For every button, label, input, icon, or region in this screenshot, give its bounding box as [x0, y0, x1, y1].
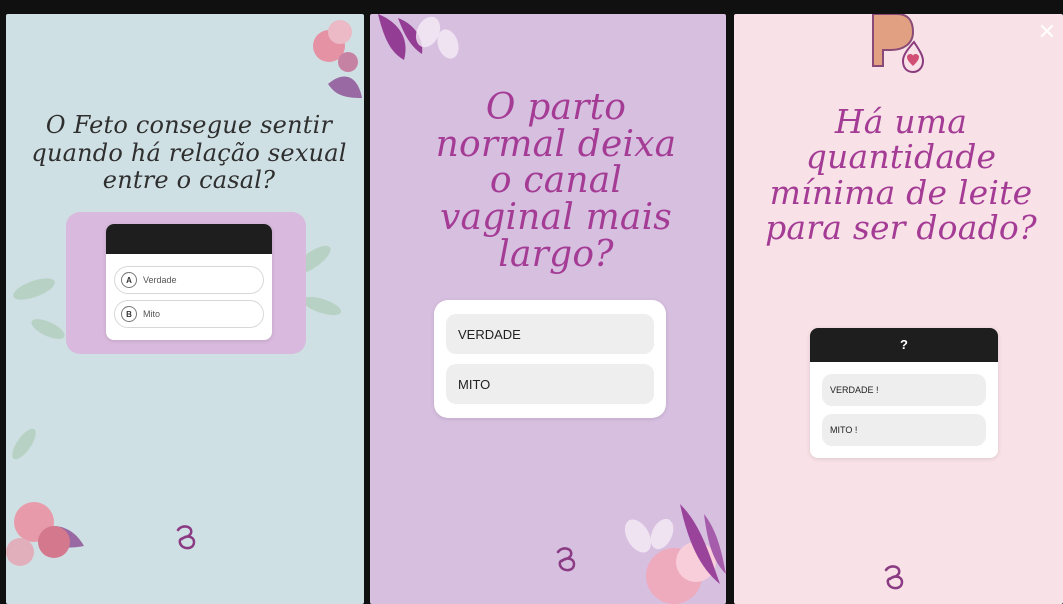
close-icon[interactable]: ✕ [1035, 20, 1059, 44]
quiz-sticker: ? VERDADE ! MITO ! [810, 328, 998, 458]
maternity-logo-icon [176, 525, 196, 550]
story-panel-1: O Feto consegue sentir quando há relação… [6, 14, 364, 604]
option-letter-a: A [121, 272, 137, 288]
maternity-logo-icon [556, 547, 576, 572]
quiz-option-verdade[interactable]: VERDADE [446, 314, 654, 354]
option-label-verdade: VERDADE ! [830, 385, 879, 395]
quiz-card-background: A Verdade B Mito [66, 212, 306, 354]
quiz-header: ? [810, 328, 998, 362]
quiz-option-mito[interactable]: MITO [446, 364, 654, 404]
quiz-sticker: VERDADE MITO [434, 300, 666, 418]
quiz-option-a[interactable]: A Verdade [114, 266, 264, 294]
quiz-option-b[interactable]: B Mito [114, 300, 264, 328]
story-panel-2: O parto normal deixa o canal vaginal mai… [370, 14, 726, 604]
question-text: Há uma quantidade mínima de leite para s… [765, 102, 1037, 247]
stories-preview: O Feto consegue sentir quando há relação… [0, 0, 1063, 604]
quiz-option-mito[interactable]: MITO ! [822, 414, 986, 446]
drop-heart-logo-icon [872, 14, 925, 74]
quiz-option-verdade[interactable]: VERDADE ! [822, 374, 986, 406]
question-text: O parto normal deixa o canal vaginal mai… [435, 87, 677, 275]
option-letter-b: B [121, 306, 137, 322]
quiz-sticker: A Verdade B Mito [106, 224, 272, 340]
option-label-mito: MITO [458, 376, 491, 392]
option-label-a: Verdade [143, 275, 177, 285]
question-text: O Feto consegue sentir quando há relação… [31, 111, 347, 195]
quiz-header [106, 224, 272, 254]
option-label-mito: MITO ! [830, 425, 858, 435]
maternity-logo-icon [884, 565, 904, 590]
option-label-b: Mito [143, 309, 161, 319]
option-label-verdade: VERDADE [458, 326, 521, 342]
story-panel-3: ✕ Há uma quantidade mínima de leite para… [734, 14, 1063, 604]
